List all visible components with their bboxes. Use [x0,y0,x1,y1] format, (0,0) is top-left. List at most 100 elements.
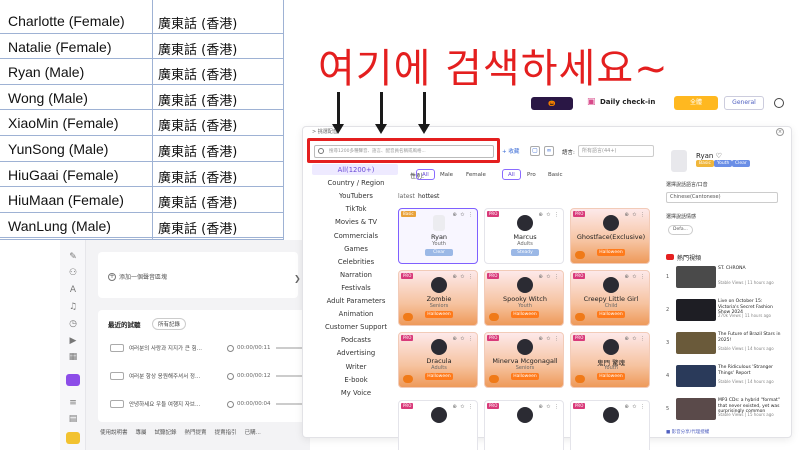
folder-icon[interactable]: ▢ [530,146,540,156]
card-actions-icon[interactable]: ⊕ ✩ ⋮ [624,336,646,342]
list-icon[interactable]: ≡ [68,398,78,408]
video-title[interactable]: ST. CHRONA [718,266,784,272]
sort-tab[interactable]: latest [398,193,415,200]
voice-card[interactable]: PRO ⊕ ✩ ⋮ [484,400,564,450]
card-actions-icon[interactable]: ⊕ ✩ ⋮ [538,274,560,280]
favorites-link[interactable]: + 收藏 [502,147,519,155]
category-item[interactable]: Advertising [310,349,402,357]
category-item[interactable]: Adult Parameters [310,297,402,305]
card-actions-icon[interactable]: ⊕ ✩ ⋮ [624,404,646,410]
card-actions-icon[interactable]: ⊕ ✩ ⋮ [452,274,474,280]
card-actions-icon[interactable]: ⊕ ✩ ⋮ [452,212,474,218]
premium-icon[interactable] [66,432,80,444]
category-item[interactable]: Country / Region [310,179,402,187]
globe-icon[interactable] [774,98,784,108]
recent-row[interactable]: 안녕하세요 우들 여행지 자브... 00:00/00:04 [110,398,306,410]
footer-link[interactable]: 試聽記錄 [155,428,177,436]
voice-card[interactable]: PRO ⊕ ✩ ⋮ [398,400,478,450]
close-icon[interactable]: × [776,128,784,136]
sort-tab[interactable]: hottest [418,193,439,200]
link-icon[interactable]: ∞ [544,146,554,156]
category-item[interactable]: My Voice [310,389,402,397]
footer-link[interactable]: 已購... [245,428,261,436]
video-thumbnail[interactable] [676,266,716,288]
share-link[interactable]: ■ 影音分享/代理授權 [666,429,709,435]
video-thumbnail[interactable] [676,365,716,387]
music-icon[interactable]: ♫ [68,302,78,312]
voice-card[interactable]: Basic ⊕ ✩ ⋮ Ryan Youth Clear [398,208,478,264]
footer-link[interactable]: 熱門提賣 [185,428,207,436]
language-select[interactable]: 所有語言(44+) [578,145,654,157]
video-thumbnail[interactable] [676,332,716,354]
tier-filter-chip[interactable]: Pro [521,169,542,180]
accent-select[interactable]: Chinese(Cantonese) [666,192,778,203]
card-actions-icon[interactable]: ⊕ ✩ ⋮ [538,336,560,342]
users-icon[interactable]: ⚇ [68,268,78,278]
gender-filter-chip[interactable]: Female [460,169,492,180]
card-actions-icon[interactable]: ⊕ ✩ ⋮ [538,212,560,218]
voice-card[interactable]: PRO ⊕ ✩ ⋮ Spooky Witch Youth Halloween [484,270,564,326]
video-icon[interactable]: ▶ [68,336,78,346]
category-item[interactable]: Podcasts [310,336,402,344]
gender-filter-chip[interactable]: Male [434,169,459,180]
voice-card[interactable]: PRO ⊕ ✩ ⋮ 鬼門 驚魂 Youth Halloween [570,332,650,388]
tier-filter-chip[interactable]: Basic [542,169,569,180]
category-item[interactable]: Customer Support [310,323,402,331]
play-icon[interactable] [227,344,234,352]
footer-link[interactable]: 專屬 [136,428,147,436]
recent-row[interactable]: 여러분 항상 응원해주셔서 정... 00:00/00:12 [110,370,306,382]
video-thumbnail[interactable] [676,299,716,321]
add-sample-button[interactable]: + 添加一個聲音區塊 [108,272,167,281]
category-item[interactable]: Animation [310,310,402,318]
daily-checkin-link[interactable]: Daily check-in [600,98,655,106]
recent-tab-all[interactable]: 所有記錄 [152,318,187,330]
emotion-chip[interactable]: Defa... [668,225,693,235]
plan-button[interactable]: 全體 [674,96,718,110]
copy-icon[interactable] [110,372,124,380]
tier-filter-chip[interactable]: All [502,169,521,180]
gender-filter-chip[interactable]: All [416,169,435,180]
category-item[interactable]: TikTok [310,205,402,213]
voice-card[interactable]: PRO ⊕ ✩ ⋮ Creepy Little Girl Child Halloween [570,270,650,326]
category-item[interactable]: E-book [310,376,402,384]
copy-icon[interactable] [110,400,124,408]
video-thumbnail[interactable] [676,398,716,420]
grid-icon[interactable]: ▤ [68,414,78,424]
recent-row[interactable]: 여러분의 사랑과 지지가 큰 힘... 00:00/00:11 [110,342,306,354]
category-item[interactable]: All(1200+) [310,166,402,174]
play-icon[interactable] [227,372,234,380]
category-item[interactable]: Narration [310,271,402,279]
general-button[interactable]: General [724,96,764,110]
category-item[interactable]: Celebrities [310,258,402,266]
card-actions-icon[interactable]: ⊕ ✩ ⋮ [452,404,474,410]
footer-link[interactable]: 使用說明書 [100,428,128,436]
active-tool-icon[interactable] [66,374,80,386]
card-actions-icon[interactable]: ⊕ ✩ ⋮ [452,336,474,342]
voice-card[interactable]: PRO ⊕ ✩ ⋮ Ghostface(Exclusive) Halloween [570,208,650,264]
category-item[interactable]: Writer [310,363,402,371]
voice-card[interactable]: PRO ⊕ ✩ ⋮ Dracula Adults Halloween [398,332,478,388]
calendar-icon[interactable]: ▦ [68,352,78,362]
card-actions-icon[interactable]: ⊕ ✩ ⋮ [624,274,646,280]
text-icon[interactable]: A [68,285,78,295]
card-actions-icon[interactable]: ⊕ ✩ ⋮ [624,212,646,218]
chevron-right-icon[interactable]: ❯ [294,274,301,283]
voice-card[interactable]: PRO ⊕ ✩ ⋮ Minerva Mcgonagall Seniors Hallowe… [484,332,564,388]
voice-card[interactable]: PRO ⊕ ✩ ⋮ [570,400,650,450]
card-actions-icon[interactable]: ⊕ ✩ ⋮ [538,404,560,410]
video-title[interactable]: The Ridiculous 'Stranger Things' Report [718,365,784,376]
voice-card[interactable]: PRO ⊕ ✩ ⋮ Marcus Adults Steady [484,208,564,264]
category-item[interactable]: Movies & TV [310,218,402,226]
footer-link[interactable]: 提賣指引 [215,428,237,436]
voice-card[interactable]: PRO ⊕ ✩ ⋮ Zombie Seniors Halloween [398,270,478,326]
category-item[interactable]: YouTubers [310,192,402,200]
clock-icon[interactable]: ◷ [68,319,78,329]
gift-icon[interactable]: ▣ [587,97,597,108]
edit-icon[interactable]: ✎ [68,252,78,262]
category-item[interactable]: Games [310,245,402,253]
halloween-promo-badge[interactable]: 🎃 [531,97,573,110]
category-item[interactable]: Commercials [310,232,402,240]
video-title[interactable]: The Future of Brazil Stars in 2025! [718,332,784,343]
copy-icon[interactable] [110,344,124,352]
category-item[interactable]: Festivals [310,284,402,292]
